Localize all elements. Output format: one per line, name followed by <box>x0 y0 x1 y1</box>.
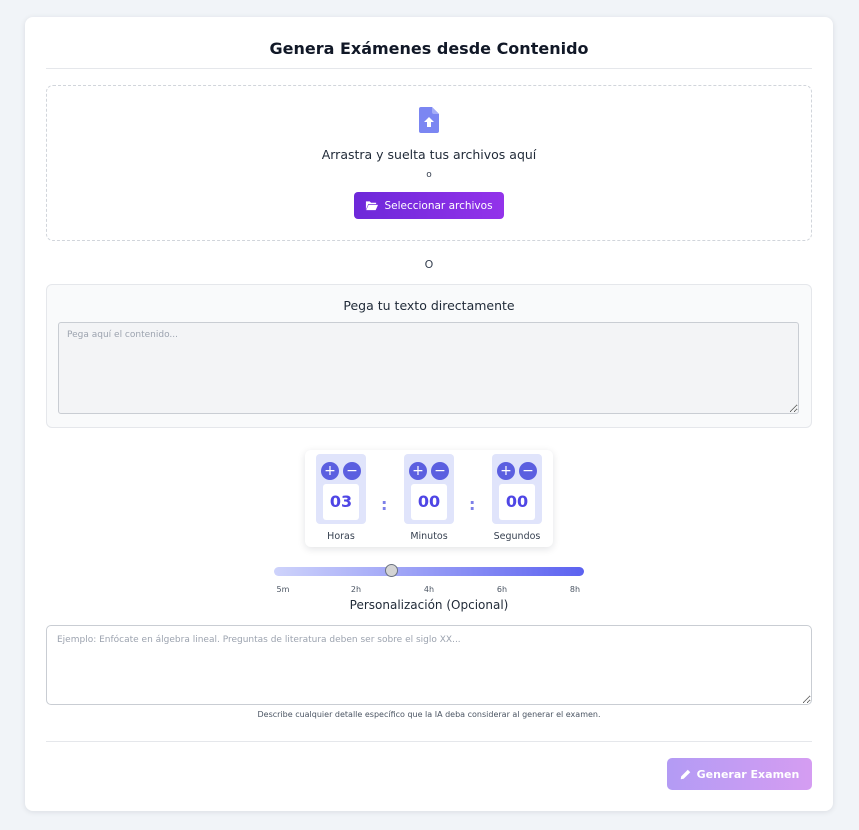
customization-textarea[interactable] <box>46 625 812 705</box>
footer-divider <box>46 741 812 742</box>
folder-open-icon <box>366 201 379 211</box>
select-files-label: Seleccionar archivos <box>384 199 493 212</box>
hours-decrement-button[interactable]: − <box>343 462 361 480</box>
minutes-decrement-button[interactable]: − <box>431 462 449 480</box>
pencil-icon <box>680 769 690 779</box>
dropzone-or-text: o <box>426 170 432 180</box>
or-separator: O <box>424 258 434 271</box>
paste-title: Pega tu texto directamente <box>343 298 515 313</box>
seconds-value: 00 <box>499 484 535 520</box>
seconds-unit: + − 00 Segundos <box>491 454 543 544</box>
hours-increment-button[interactable]: + <box>321 462 339 480</box>
select-files-button[interactable]: Seleccionar archivos <box>354 192 504 219</box>
paste-content-textarea[interactable] <box>58 322 799 414</box>
paste-text-section: Pega tu texto directamente <box>46 284 812 428</box>
exam-generator-card: Genera Exámenes desde Contenido Arrastra… <box>25 17 833 811</box>
timer-colon: : <box>469 495 476 514</box>
slider-tick-label: 5m <box>276 585 290 594</box>
generate-exam-label: Generar Examen <box>696 767 800 781</box>
slider-tick-label: 2h <box>350 585 362 594</box>
hours-unit: + − 03 Horas <box>315 454 367 544</box>
hours-value: 03 <box>323 484 359 520</box>
duration-timer: + − 03 Horas : + − 00 Minutos : + − 00 S… <box>305 450 553 547</box>
seconds-decrement-button[interactable]: − <box>519 462 537 480</box>
title-divider <box>46 68 812 69</box>
slider-tick-label: 8h <box>569 585 581 594</box>
slider-tick-label: 6h <box>496 585 508 594</box>
customization-title: Personalización (Opcional) <box>349 598 509 612</box>
seconds-increment-button[interactable]: + <box>497 462 515 480</box>
minutes-label: Minutos <box>410 531 448 542</box>
file-upload-icon <box>419 107 439 133</box>
minutes-increment-button[interactable]: + <box>409 462 427 480</box>
customization-hint: Describe cualquier detalle específico qu… <box>257 710 601 719</box>
file-dropzone[interactable]: Arrastra y suelta tus archivos aquí o Se… <box>46 85 812 241</box>
drop-instructions: Arrastra y suelta tus archivos aquí <box>321 147 537 162</box>
minutes-unit: + − 00 Minutos <box>403 454 455 544</box>
duration-slider-thumb[interactable] <box>384 564 398 577</box>
duration-slider[interactable] <box>274 564 584 577</box>
hours-label: Horas <box>327 531 355 542</box>
seconds-label: Segundos <box>493 531 541 542</box>
timer-colon: : <box>381 495 388 514</box>
generate-exam-button[interactable]: Generar Examen <box>667 758 812 790</box>
slider-tick-label: 4h <box>423 585 435 594</box>
page-title: Genera Exámenes desde Contenido <box>269 39 589 58</box>
minutes-value: 00 <box>411 484 447 520</box>
